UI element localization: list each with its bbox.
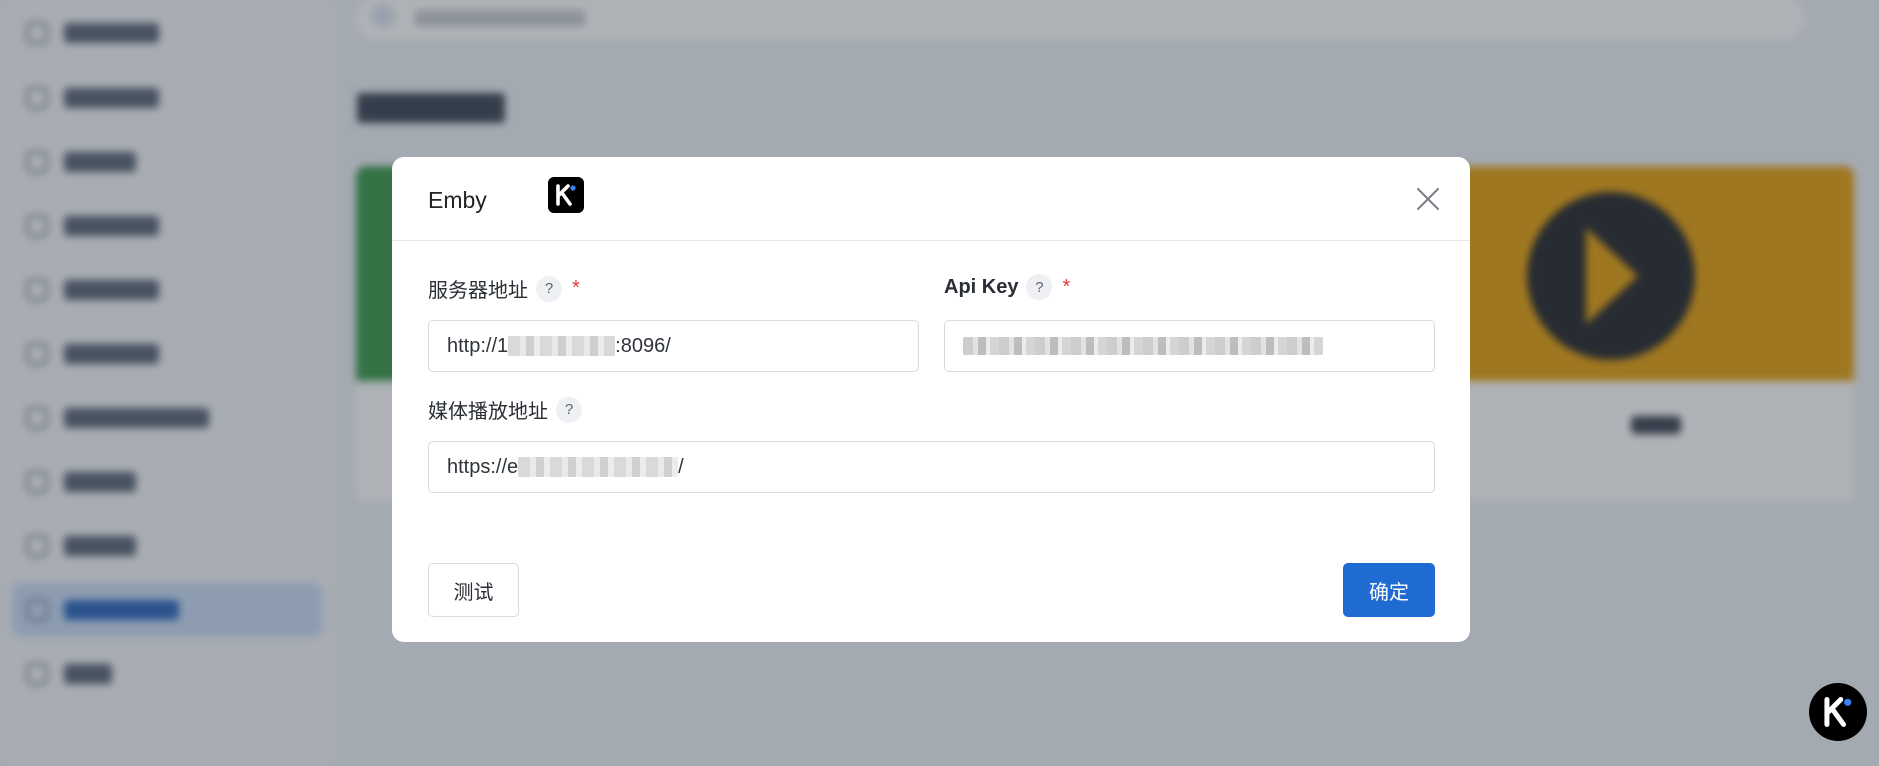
question-icon[interactable]: ? [1026, 274, 1053, 300]
media-url-label-row: 媒体播放地址 ? [428, 395, 582, 424]
test-button[interactable]: 测试 [428, 563, 519, 617]
media-url-value-suffix: / [678, 455, 684, 478]
media-url-label: 媒体播放地址 [428, 401, 548, 423]
media-url-value-prefix: https://e [447, 455, 519, 478]
redacted-mask [508, 336, 616, 356]
server-address-value-prefix: http://1 [447, 334, 509, 357]
emby-settings-dialog: Emby 服务器地址 ? * http://1 :8096/ Api Key ?… [392, 157, 1470, 642]
api-key-input[interactable] [944, 320, 1435, 372]
media-url-input[interactable]: https://e / [428, 441, 1435, 493]
close-icon[interactable] [1414, 185, 1442, 213]
server-address-value-suffix: :8096/ [615, 334, 671, 357]
confirm-button[interactable]: 确定 [1343, 563, 1435, 617]
question-icon[interactable]: ? [556, 396, 582, 423]
required-asterisk: * [572, 277, 580, 299]
k-logo-float-button[interactable] [1809, 683, 1867, 741]
server-address-label-row: 服务器地址 ? * [428, 274, 580, 303]
required-asterisk: * [1062, 275, 1071, 298]
k-logo-icon [1824, 697, 1852, 727]
api-key-label: Api Key [944, 275, 1019, 298]
api-key-label-row: Api Key ? * [944, 274, 1070, 300]
dialog-title: Emby [428, 187, 487, 213]
redacted-mask [963, 337, 1323, 355]
k-logo-icon [548, 177, 584, 213]
redacted-mask [518, 457, 679, 477]
server-address-label: 服务器地址 [428, 280, 528, 302]
server-address-input[interactable]: http://1 :8096/ [428, 320, 919, 372]
question-icon[interactable]: ? [536, 275, 562, 302]
dialog-header: Emby [392, 157, 1470, 241]
